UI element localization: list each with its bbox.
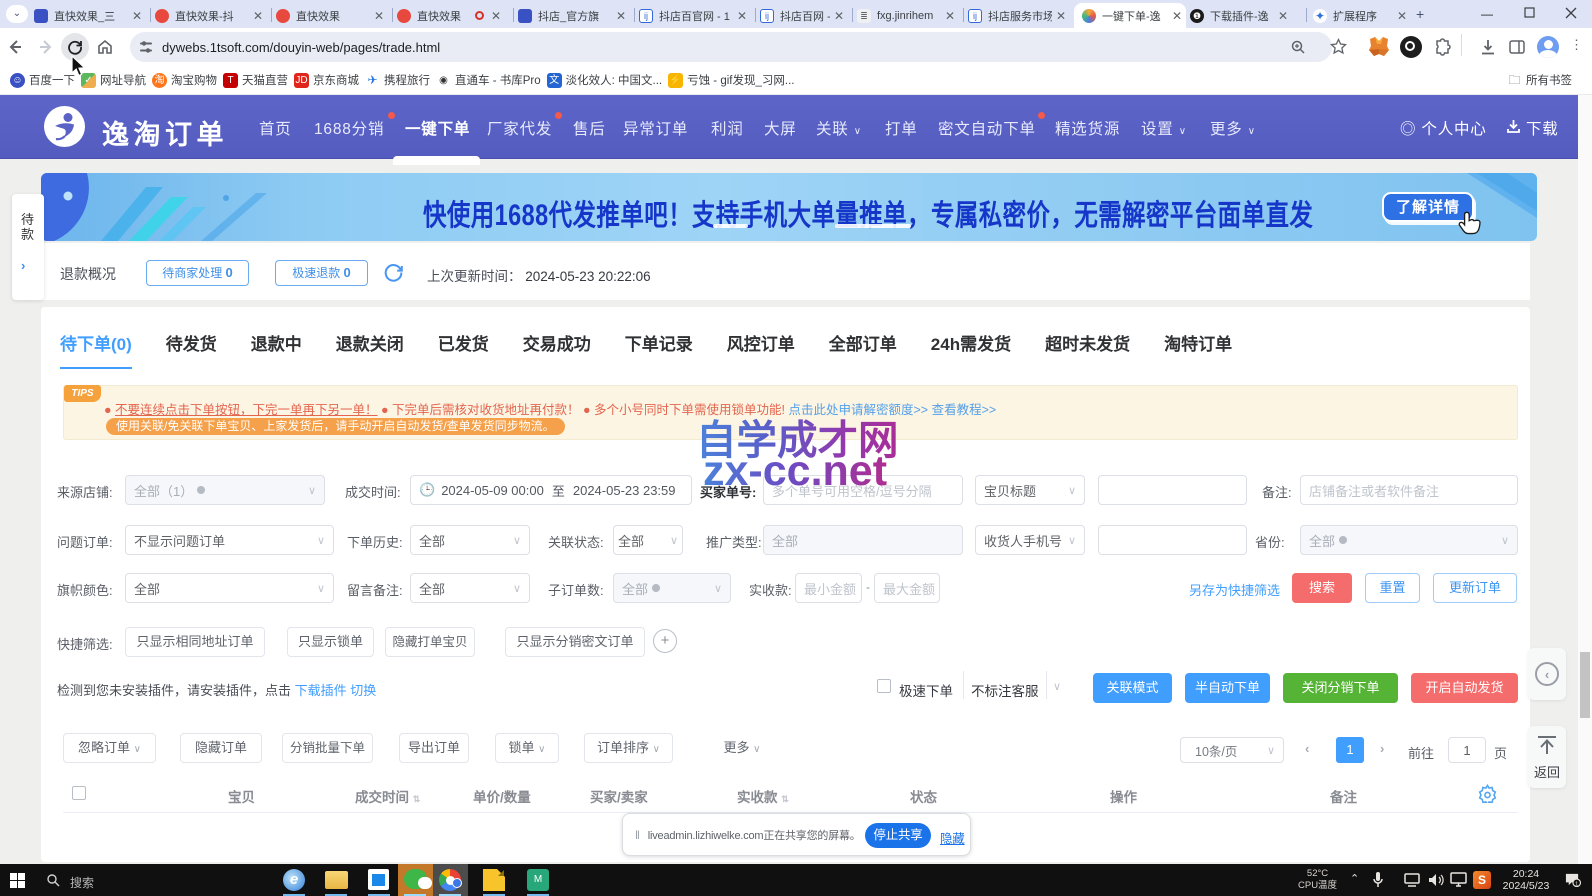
svg-text:1: 1 (1575, 882, 1578, 887)
